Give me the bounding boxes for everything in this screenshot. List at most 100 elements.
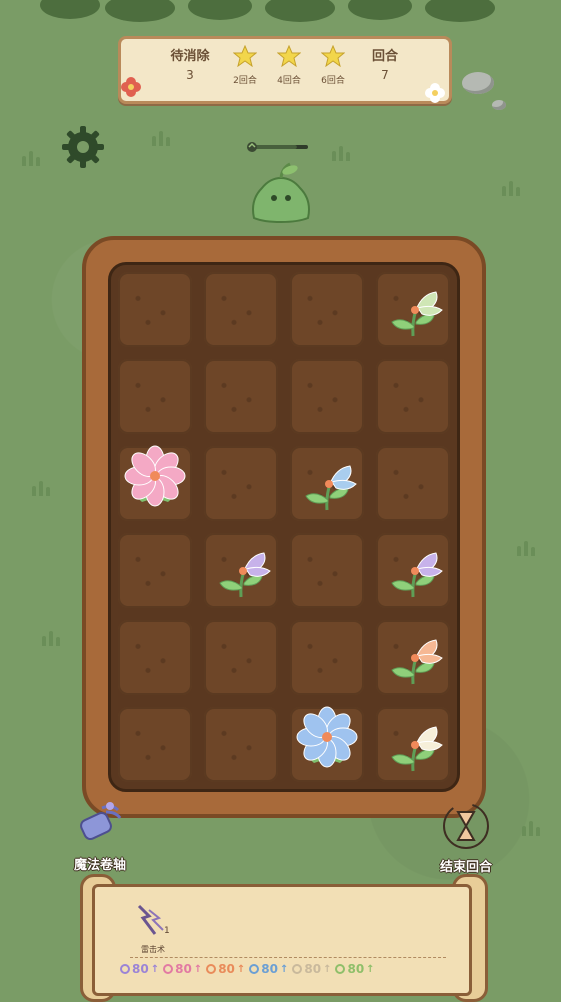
sprout-plant[interactable] [370, 266, 456, 353]
resource-value: 80 [261, 962, 278, 976]
garden-plot[interactable] [284, 266, 370, 353]
soil-patch [118, 533, 192, 608]
garden-plot[interactable] [112, 527, 198, 614]
garden-plot[interactable] [112, 614, 198, 701]
grass-tuft [150, 130, 174, 146]
sprout-plant[interactable] [370, 701, 456, 788]
skill-card-lightning[interactable]: 1 雷击术 [130, 902, 176, 955]
up-arrow-icon: ↑ [279, 963, 289, 975]
slime-enemy[interactable] [248, 160, 314, 226]
round-label: 回合 [371, 49, 398, 64]
soil-patch [118, 359, 192, 434]
resource-orb-icon [292, 964, 303, 974]
garden-plot[interactable] [112, 266, 198, 353]
garden-plot[interactable] [198, 527, 284, 614]
magic-scroll-label: 魔法卷轴 [73, 858, 126, 873]
garden-plot[interactable] [370, 353, 456, 440]
round-value: 7 [381, 68, 389, 82]
garden-plot[interactable] [284, 527, 370, 614]
grass-tuft [20, 150, 44, 166]
soil-patch [290, 620, 364, 695]
garden-plot[interactable] [112, 440, 198, 527]
soil-patch [290, 533, 364, 608]
rock [462, 72, 494, 94]
sprout-plant[interactable] [370, 527, 456, 614]
garden-plot[interactable] [284, 701, 370, 788]
garden-plot[interactable] [370, 440, 456, 527]
garden-plot[interactable] [370, 527, 456, 614]
sprout-plant[interactable] [370, 614, 456, 701]
objective-banner: 待消除 3 2回合 4回合 6回合 回合 7 [118, 36, 452, 104]
garden-plot[interactable] [112, 701, 198, 788]
star-icon [232, 44, 258, 68]
grass-tuft [330, 145, 354, 161]
bloom-flower[interactable] [284, 701, 370, 788]
soil-patch [118, 707, 192, 782]
bloom-flower[interactable] [112, 440, 198, 527]
resource-bar: 80 ↑ 80 ↑ 80 ↑ 80 ↑ 80 ↑ 80 ↑ [120, 962, 375, 976]
settings-gear-icon[interactable] [60, 124, 106, 170]
garden-plot[interactable] [284, 614, 370, 701]
soil-patch [376, 446, 450, 521]
soil-patch [204, 272, 278, 347]
pending-column: 待消除 3 [165, 45, 215, 82]
end-turn-button[interactable]: 结束回合 [430, 800, 502, 875]
soil-patch [290, 272, 364, 347]
round-column: 回合 7 [365, 45, 405, 82]
soil-patch [290, 359, 364, 434]
soil-patch [204, 359, 278, 434]
garden-plot[interactable] [370, 701, 456, 788]
resource-orb-icon [206, 964, 217, 974]
up-arrow-icon: ↑ [193, 963, 203, 975]
resource-orb-icon [249, 964, 260, 974]
rock [492, 100, 506, 110]
pending-value: 3 [186, 68, 194, 82]
resource-item: 80 ↑ [249, 962, 288, 976]
soil-patch [118, 272, 192, 347]
soil-patch [376, 359, 450, 434]
soil-patch [204, 446, 278, 521]
garden-plot[interactable] [284, 440, 370, 527]
resource-value: 80 [347, 962, 365, 976]
magic-scroll-button[interactable]: 魔法卷轴 [60, 798, 140, 873]
soil-patch [118, 620, 192, 695]
garden-plot[interactable] [198, 614, 284, 701]
up-arrow-icon: ↑ [366, 963, 375, 975]
up-arrow-icon: ↑ [236, 963, 246, 975]
garden-grid [112, 266, 456, 788]
red-flower-icon [121, 77, 141, 97]
garden-plot[interactable] [198, 353, 284, 440]
star-label: 4回合 [277, 76, 301, 86]
star-label: 2回合 [233, 76, 257, 86]
garden-plot[interactable] [198, 440, 284, 527]
garden-plot[interactable] [198, 701, 284, 788]
garden-plot[interactable] [284, 353, 370, 440]
grass-tuft [500, 180, 524, 196]
garden-plot[interactable] [370, 266, 456, 353]
skill-name: 雷击术 [141, 945, 165, 954]
garden-plot[interactable] [370, 614, 456, 701]
star-icon [320, 44, 346, 68]
hourglass-icon [443, 803, 489, 849]
magic-scroll-icon [80, 802, 122, 841]
divider [130, 957, 446, 958]
white-flower-icon [425, 83, 445, 103]
garden-plot[interactable] [112, 353, 198, 440]
resource-orb-icon [335, 964, 346, 974]
grass-tuft [40, 630, 64, 646]
resource-orb-icon [163, 964, 174, 974]
leaf-canopy [40, 0, 495, 22]
up-arrow-icon: ↑ [323, 963, 332, 975]
up-arrow-icon: ↑ [150, 963, 160, 975]
garden-plot[interactable] [198, 266, 284, 353]
resource-orb-icon [120, 964, 130, 974]
sprout-plant[interactable] [284, 440, 370, 527]
soil-patch [204, 707, 278, 782]
sprout-plant[interactable] [198, 527, 284, 614]
grass-tuft [30, 480, 54, 496]
enemy-hp-bar [247, 142, 308, 152]
resource-item: 80 ↑ [163, 962, 202, 976]
soil-patch [204, 620, 278, 695]
star-icon [276, 44, 302, 68]
resource-item: 80 ↑ [120, 962, 159, 976]
